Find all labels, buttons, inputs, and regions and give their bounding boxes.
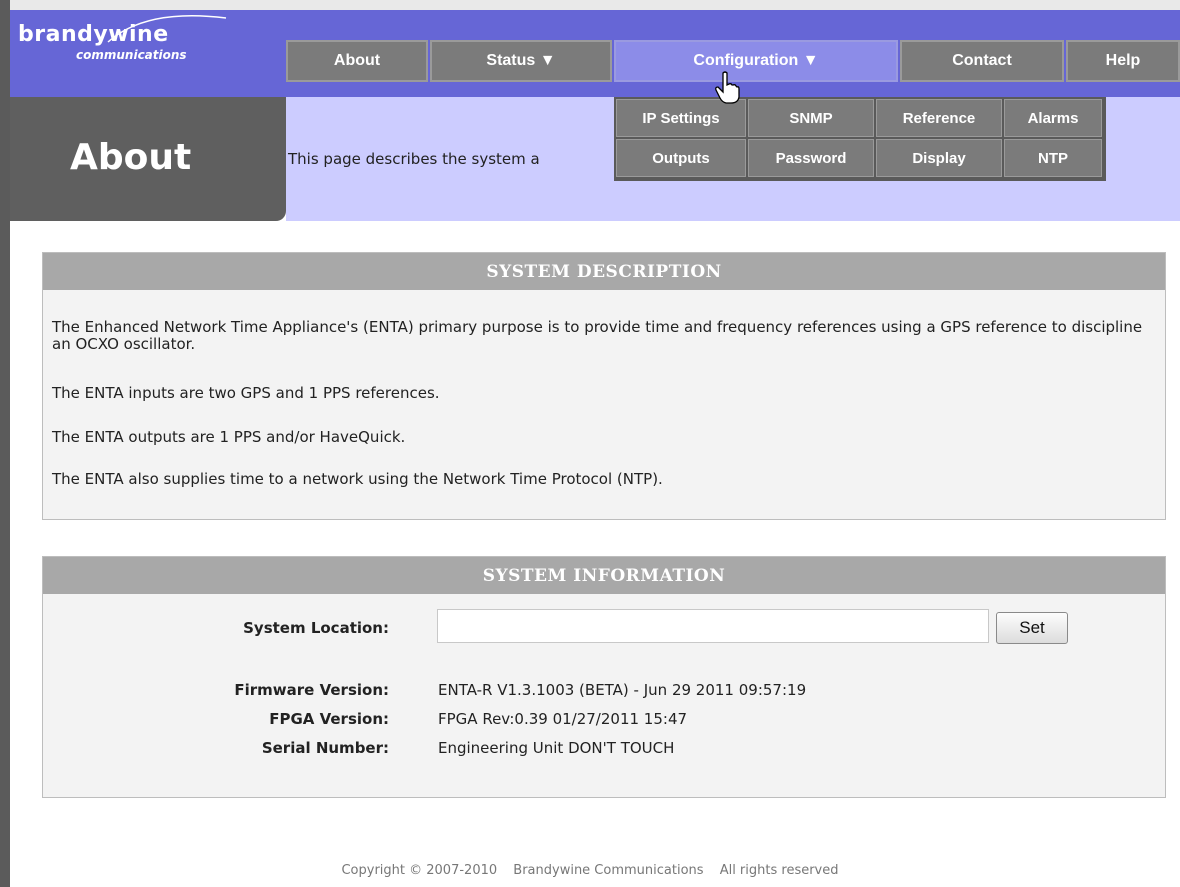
fpga-version-label: FPGA Version: bbox=[269, 710, 389, 728]
system-location-input[interactable] bbox=[437, 609, 989, 643]
set-location-button[interactable]: Set bbox=[996, 612, 1068, 644]
firmware-version-value: ENTA-R V1.3.1003 (BETA) - Jun 29 2011 09… bbox=[438, 681, 807, 699]
nav-status[interactable]: Status ▼ bbox=[430, 40, 612, 82]
system-location-label: System Location: bbox=[243, 619, 389, 637]
page-title: About bbox=[70, 137, 192, 178]
system-information-heading: SYSTEM INFORMATION bbox=[43, 557, 1165, 594]
brand-subtitle: communications bbox=[76, 48, 187, 62]
firmware-version-label: Firmware Version: bbox=[234, 681, 389, 699]
footer-company: Brandywine Communications bbox=[513, 863, 704, 878]
menu-item-snmp[interactable]: SNMP bbox=[748, 99, 874, 137]
nav-configuration[interactable]: Configuration ▼ bbox=[614, 40, 898, 82]
window-left-edge bbox=[0, 0, 10, 887]
system-description-panel: SYSTEM DESCRIPTION The Enhanced Network … bbox=[42, 252, 1166, 520]
description-paragraph: The ENTA outputs are 1 PPS and/or HaveQu… bbox=[52, 428, 406, 446]
footer-copyright: Copyright © 2007-2010 bbox=[341, 863, 498, 878]
serial-number-label: Serial Number: bbox=[261, 739, 389, 757]
system-information-panel: SYSTEM INFORMATION System Location: Set … bbox=[42, 556, 1166, 798]
serial-number-value: Engineering Unit DON'T TOUCH bbox=[438, 739, 675, 757]
footer-rights: All rights reserved bbox=[719, 863, 839, 878]
nav-help[interactable]: Help bbox=[1066, 40, 1180, 82]
brand-name: brandywine bbox=[18, 22, 169, 47]
nav-about[interactable]: About bbox=[286, 40, 428, 82]
configuration-dropdown-menu: IP Settings SNMP Reference Alarms Output… bbox=[614, 97, 1106, 181]
brand-logo[interactable]: brandywine communications bbox=[10, 10, 286, 97]
page-description: This page describes the system a bbox=[288, 150, 540, 168]
menu-item-display[interactable]: Display bbox=[876, 139, 1002, 177]
page-title-block: About bbox=[10, 97, 286, 221]
hand-pointer-cursor-icon bbox=[715, 71, 740, 104]
system-description-heading: SYSTEM DESCRIPTION bbox=[43, 253, 1165, 290]
description-paragraph: The ENTA inputs are two GPS and 1 PPS re… bbox=[52, 384, 440, 402]
description-paragraph: The Enhanced Network Time Appliance's (E… bbox=[52, 318, 1143, 353]
nav-contact[interactable]: Contact bbox=[900, 40, 1064, 82]
fpga-version-value: FPGA Rev:0.39 01/27/2011 15:47 bbox=[438, 710, 688, 728]
description-paragraph: The ENTA also supplies time to a network… bbox=[52, 470, 663, 488]
menu-item-ntp[interactable]: NTP bbox=[1004, 139, 1102, 177]
window-top-edge bbox=[0, 0, 1180, 10]
menu-item-reference[interactable]: Reference bbox=[876, 99, 1002, 137]
footer: Copyright © 2007-2010 Brandywine Communi… bbox=[0, 863, 1180, 878]
menu-item-outputs[interactable]: Outputs bbox=[616, 139, 746, 177]
menu-item-alarms[interactable]: Alarms bbox=[1004, 99, 1102, 137]
menu-item-password[interactable]: Password bbox=[748, 139, 874, 177]
